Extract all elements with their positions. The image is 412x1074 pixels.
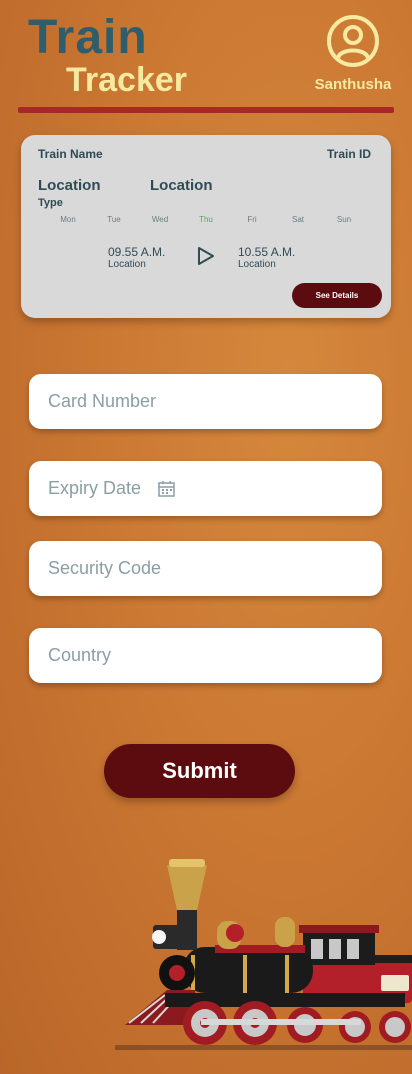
play-arrow-icon [198,247,214,265]
expiry-date-input[interactable] [46,477,150,500]
departure-time: 09.55 A.M. [108,245,166,259]
username: Santhusha [314,76,392,93]
day-thu: Thu [199,215,213,224]
train-name: Train Name [38,147,103,161]
days-row: Mon Tue Wed Thu Fri Sat Sun [45,215,367,224]
day-wed: Wed [151,215,169,224]
header-divider [18,107,394,113]
steam-locomotive-illustration [115,859,412,1050]
country-input[interactable] [46,644,350,667]
to-location: Location [150,177,213,194]
see-details-button[interactable]: See Details [292,283,382,308]
security-code-field[interactable] [29,541,382,596]
train-id: Train ID [326,147,371,161]
day-sun: Sun [336,215,352,224]
day-sat: Sat [291,215,304,224]
country-field[interactable] [29,628,382,683]
departure-block: 09.55 A.M. Location [108,245,165,270]
arrival-block: 10.55 A.M. Location [238,245,295,270]
header: Train Tracker Santhusha [0,0,412,115]
day-mon: Mon [60,215,76,224]
arrival-location: Location [238,259,276,270]
submit-button[interactable]: Submit [104,744,295,798]
logo-title-line1: Train [28,11,148,64]
arrival-time: 10.55 A.M. [238,245,296,259]
expiry-date-field[interactable] [29,461,382,516]
card-number-field[interactable] [29,374,382,429]
card-number-input[interactable] [46,390,350,413]
user-circle-icon [327,15,379,67]
calendar-icon[interactable] [158,480,175,497]
day-tue: Tue [107,215,121,224]
train-type: Type [38,197,63,209]
day-fri: Fri [247,215,257,224]
logo-title-line2: Tracker [66,61,187,99]
departure-location: Location [108,259,146,270]
train-card: Train Name Train ID Location Location Ty… [21,135,391,318]
profile-button[interactable]: Santhusha [308,14,398,93]
security-code-input[interactable] [46,557,350,580]
from-location: Location [38,177,101,194]
